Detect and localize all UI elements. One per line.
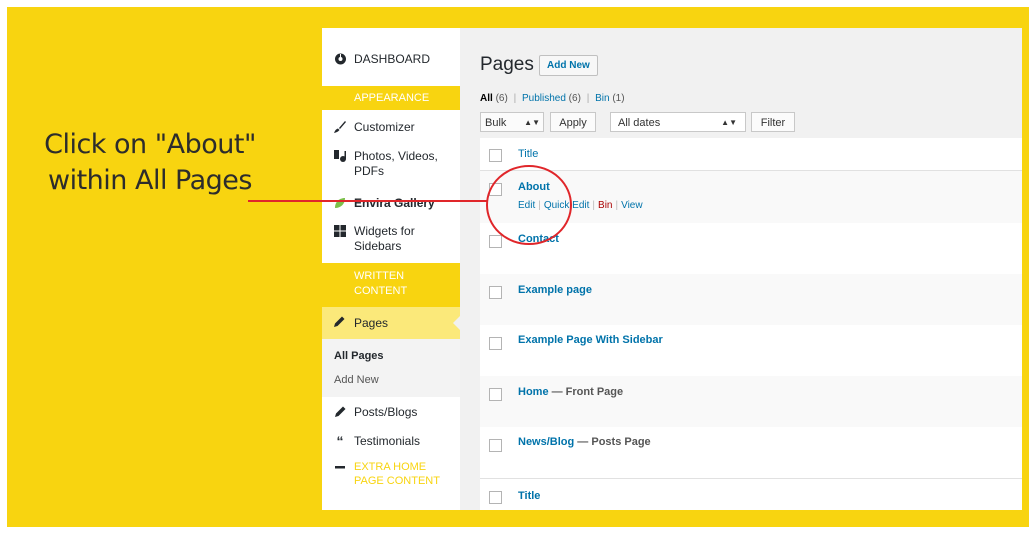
current-arrow-icon <box>453 316 460 330</box>
dashboard-icon <box>332 52 348 68</box>
sidebar-item-label-2: Sidebars <box>354 239 402 253</box>
action-separator: | <box>538 200 541 211</box>
sidebar-item-label-wrap: Widgets for Sidebars <box>354 224 415 254</box>
row-checkbox[interactable] <box>489 183 502 196</box>
sidebar-item-label: Testimonials <box>354 434 421 448</box>
sidebar-item-label: Customizer <box>354 120 415 134</box>
brush-icon <box>332 120 348 137</box>
row-title-link[interactable]: Contact <box>518 233 559 245</box>
table-row: News/Blog — Posts Page <box>480 427 1022 478</box>
section-written-content: WRITTEN CONTENT <box>322 263 460 307</box>
sidebar-item-label: Envira Gallery <box>354 196 435 210</box>
table-footer: Title <box>480 478 1022 510</box>
media-icon <box>332 149 348 166</box>
pencil-icon <box>332 405 348 422</box>
sidebar-item-pages[interactable]: Pages <box>322 307 460 339</box>
submenu-add-new[interactable]: Add New <box>334 374 379 386</box>
section-label: APPEARANCE <box>354 92 430 104</box>
pages-table: Title About Edit | Quick Edit | Bin | View Con… <box>480 138 1022 510</box>
row-post-state: — Posts Page <box>577 436 651 448</box>
select-arrows-icon: ▲▼ <box>524 118 540 127</box>
select-all-checkbox[interactable] <box>489 491 502 504</box>
row-action-view[interactable]: View <box>621 200 643 211</box>
row-action-quick-edit[interactable]: Quick Edit <box>544 200 590 211</box>
select-all-checkbox[interactable] <box>489 149 502 162</box>
instruction-line-1: Click on "About" <box>44 129 256 160</box>
sidebar-item-widgets[interactable]: Widgets for Sidebars <box>322 224 460 258</box>
sidebar-item-label-2: PDFs <box>354 164 384 178</box>
quote-icon: “ <box>336 433 344 449</box>
table-header: Title <box>480 138 1022 171</box>
pages-submenu: All Pages Add New <box>322 339 460 397</box>
column-title-footer[interactable]: Title <box>518 490 540 502</box>
table-row: Contact <box>480 223 1022 274</box>
section-label-2: CONTENT <box>354 285 408 297</box>
widgets-icon <box>332 224 348 241</box>
table-row: Home — Front Page <box>480 376 1022 427</box>
row-checkbox[interactable] <box>489 439 502 452</box>
section-label: WRITTEN <box>354 270 405 282</box>
sidebar-item-extra-home[interactable]: EXTRA HOME PAGE CONTENT <box>322 460 460 500</box>
row-action-bin[interactable]: Bin <box>598 200 612 211</box>
row-title-link[interactable]: News/Blog <box>518 436 574 448</box>
page-title: Pages <box>480 54 534 75</box>
row-title-wrap: Home — Front Page <box>518 386 623 398</box>
row-title-link[interactable]: Example Page With Sidebar <box>518 334 663 346</box>
row-checkbox[interactable] <box>489 235 502 248</box>
row-checkbox[interactable] <box>489 286 502 299</box>
sidebar-item-label: Photos, Videos, <box>354 149 438 163</box>
row-title-wrap: News/Blog — Posts Page <box>518 436 651 448</box>
filter-all[interactable]: All <box>480 93 493 104</box>
status-filters: All (6) | Published (6) | Bin (1) <box>480 93 625 104</box>
row-title-link[interactable]: About <box>518 181 550 193</box>
table-row: About Edit | Quick Edit | Bin | View <box>480 171 1022 223</box>
row-checkbox[interactable] <box>489 388 502 401</box>
sidebar-item-label: Posts/Blogs <box>354 405 418 419</box>
main-content: Pages Add New All (6) | Published (6) | … <box>460 28 1022 510</box>
filter-published[interactable]: Published <box>522 93 566 104</box>
dates-select[interactable]: All dates ▲▼ <box>610 112 746 132</box>
leaf-icon <box>332 196 348 213</box>
admin-sidebar: DASHBOARD APPEARANCE Customizer Photos, … <box>322 28 460 510</box>
minus-icon <box>332 460 348 477</box>
sidebar-item-label: Pages <box>354 316 389 330</box>
table-row: Example Page With Sidebar <box>480 325 1022 376</box>
sidebar-item-label: EXTRA HOME <box>354 461 427 473</box>
sidebar-item-media[interactable]: Photos, Videos, PDFs <box>322 149 460 183</box>
filter-separator: | <box>513 93 517 104</box>
row-post-state: — Front Page <box>551 386 624 398</box>
filter-separator: | <box>586 93 590 104</box>
submenu-all-pages[interactable]: All Pages <box>334 350 384 362</box>
table-row: Example page <box>480 274 1022 325</box>
filter-bin[interactable]: Bin <box>595 93 609 104</box>
sidebar-item-label-wrap: EXTRA HOME PAGE CONTENT <box>354 460 440 488</box>
sidebar-item-label: DASHBOARD <box>354 52 431 66</box>
filter-button[interactable]: Filter <box>751 112 795 132</box>
action-separator: | <box>615 200 619 211</box>
row-checkbox[interactable] <box>489 337 502 350</box>
pencil-icon <box>332 315 346 334</box>
sidebar-item-label: Widgets for <box>354 224 415 238</box>
action-separator: | <box>592 200 596 211</box>
row-title-link[interactable]: Home <box>518 386 549 398</box>
sidebar-item-label-wrap: Photos, Videos, PDFs <box>354 149 438 179</box>
filter-bin-count: (1) <box>612 93 625 104</box>
dates-value: All dates <box>618 117 661 129</box>
bulk-actions-select[interactable]: Bulk Actions ▲▼ <box>480 112 544 149</box>
apply-button[interactable]: Apply <box>550 112 596 132</box>
column-title-header[interactable]: Title <box>518 148 538 160</box>
add-new-button[interactable]: Add New <box>539 55 598 76</box>
select-arrows-icon: ▲▼ <box>721 118 737 127</box>
sidebar-item-label-2: PAGE CONTENT <box>354 475 440 487</box>
filter-all-count: (6) <box>495 93 508 104</box>
wordpress-screenshot: DASHBOARD APPEARANCE Customizer Photos, … <box>322 28 1022 510</box>
row-actions: Edit | Quick Edit | Bin | View <box>518 200 643 211</box>
instruction-line-2: within All Pages <box>48 165 252 196</box>
row-action-edit[interactable]: Edit <box>518 200 535 211</box>
section-appearance: APPEARANCE <box>322 86 460 110</box>
row-title-link[interactable]: Example page <box>518 284 592 296</box>
instruction-text: Click on "About" within All Pages <box>35 127 265 199</box>
filter-published-count: (6) <box>568 93 581 104</box>
